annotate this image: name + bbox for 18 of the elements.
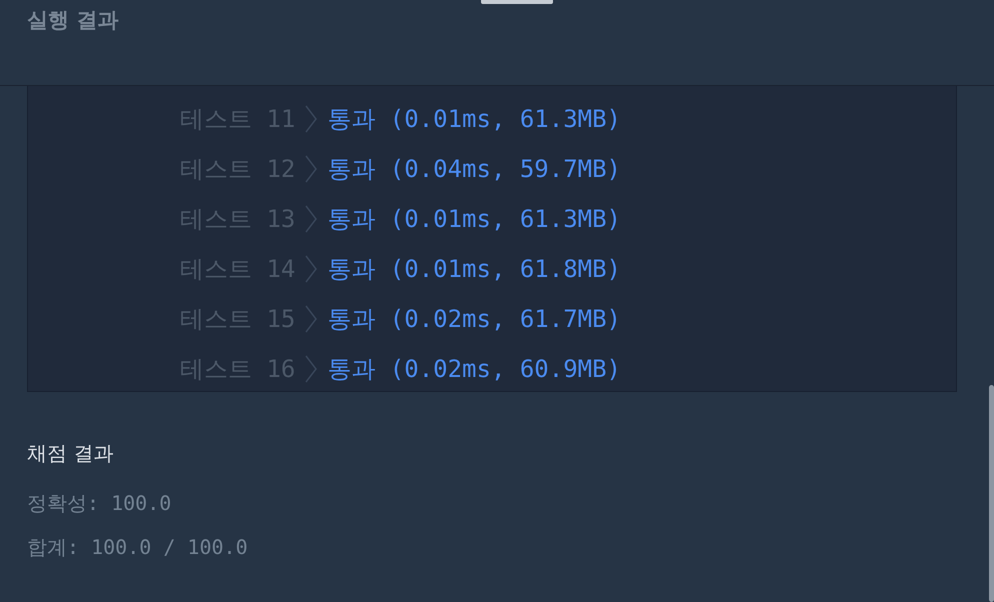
- scrollbar-thumb[interactable]: [989, 385, 994, 602]
- chevron-icon: [305, 355, 318, 383]
- resize-handle[interactable]: [481, 0, 553, 4]
- chevron-icon: [305, 155, 318, 183]
- chevron-icon: [305, 205, 318, 233]
- section-title: 실행 결과: [27, 8, 120, 34]
- test-result: 통과 (0.02ms, 60.9MB): [327, 354, 621, 385]
- test-result: 통과 (0.01ms, 61.3MB): [327, 204, 621, 235]
- grading-title: 채점 결과: [27, 440, 114, 467]
- test-result: 통과 (0.01ms, 61.3MB): [327, 104, 621, 135]
- test-result: 통과 (0.02ms, 61.7MB): [327, 304, 621, 335]
- score-line: 합계: 100.0 / 100.0: [27, 534, 249, 561]
- chevron-icon: [305, 255, 318, 283]
- test-result: 통과 (0.01ms, 61.8MB): [327, 254, 621, 285]
- test-result: 통과 (0.04ms, 59.7MB): [327, 154, 621, 185]
- chevron-icon: [305, 105, 318, 133]
- score-line: 정확성: 100.0: [27, 490, 172, 517]
- chevron-icon: [305, 305, 318, 333]
